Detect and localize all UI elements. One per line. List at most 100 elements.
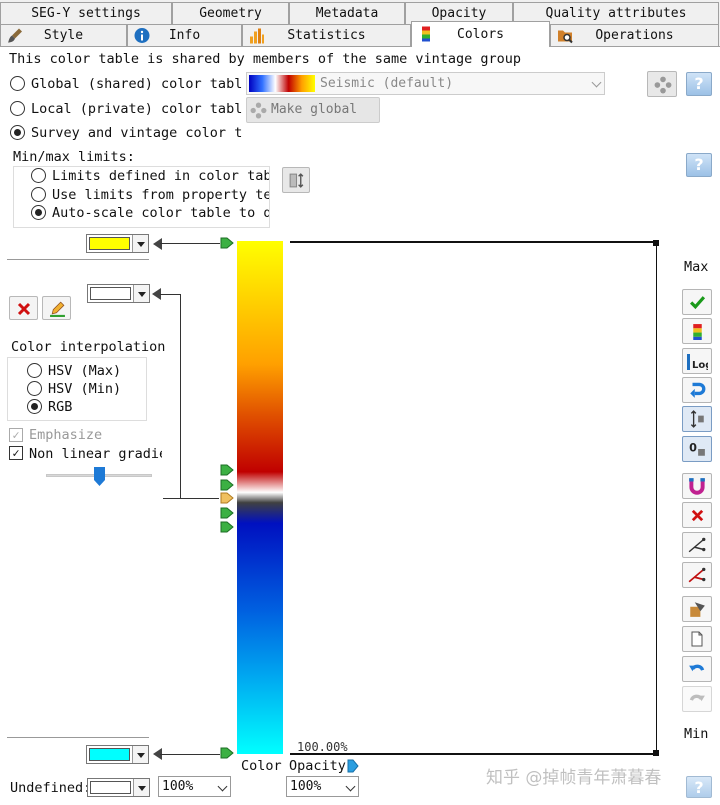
chevron-down-icon [591,77,602,88]
redo-button[interactable] [682,686,712,712]
color-marker-selected-icon[interactable] [220,492,234,504]
edit-color-button[interactable] [42,296,71,320]
tab-statistics[interactable]: Statistics [242,24,411,47]
label-survey: Survey and vintage color table [31,125,243,141]
color-marker-icon[interactable] [220,237,234,249]
mid-color-swatch[interactable] [87,284,150,303]
check-icon [689,296,705,310]
split-button[interactable] [682,532,712,558]
magnet-button[interactable] [682,473,712,499]
max-color-swatch[interactable] [86,234,149,253]
color-table-select[interactable]: Seismic (default) [246,72,605,95]
opacity-handle[interactable] [653,750,659,756]
radio-auto-scale[interactable] [31,205,46,220]
tab-geometry[interactable]: Geometry [172,2,289,25]
distribute-button[interactable] [682,406,712,432]
folder-search-icon [558,30,573,44]
slider-thumb-icon [94,467,105,486]
non-linear-checkbox[interactable]: ✓ [9,446,23,460]
radio-rgb[interactable] [27,399,42,414]
help-icon[interactable]: ? [686,153,712,177]
color-marker-icon[interactable] [220,521,234,533]
apply-button[interactable] [682,289,712,315]
radio-survey[interactable] [10,125,25,140]
shared-note: This color table is shared by members of… [9,51,522,67]
opacity-handle[interactable] [653,240,659,246]
chevron-down-icon [133,285,149,302]
color-percent-select[interactable]: 100% [158,776,231,797]
radio-global[interactable] [10,76,25,91]
new-button[interactable] [682,626,712,652]
undefined-color-swatch[interactable] [87,778,150,797]
divider [7,259,149,260]
invert-button[interactable] [682,377,712,403]
color-table-button[interactable] [682,318,712,344]
label-local: Local (private) color table [31,101,243,117]
tab-style[interactable]: Style [0,24,127,47]
undo-icon [689,664,705,672]
color-marker-icon[interactable] [220,479,234,491]
network-button[interactable] [647,71,677,97]
opacity-marker-icon[interactable] [347,759,359,773]
color-marker-icon[interactable] [220,747,234,759]
document-icon [691,631,703,647]
max-pointer-line [160,243,220,244]
tab-info[interactable]: Info [127,24,242,47]
color-label: Color [241,758,282,774]
radio-local[interactable] [10,101,25,116]
max-pointer-icon [153,238,162,250]
tab-operations[interactable]: Operations [550,24,719,47]
zero-lock-button[interactable]: 0 [682,436,712,462]
undefined-color-fill [90,781,131,794]
label-rgb: RGB [48,399,73,415]
red-x-icon [691,509,703,522]
chevron-down-icon [133,779,149,796]
brush-icon [8,28,22,43]
opacity-value: 100.00% [297,740,348,754]
chevron-down-icon [132,746,148,763]
min-color-swatch[interactable] [86,745,149,764]
min-color-fill [89,748,130,761]
radio-limits-template[interactable] [31,187,46,202]
network-icon [250,102,267,119]
redo-icon [689,694,705,702]
label-global: Global (shared) color table [31,76,243,92]
radio-hsv-min[interactable] [27,381,42,396]
max-label: Max [684,259,709,275]
min-label: Min [684,726,709,742]
max-color-fill [89,237,130,250]
tab-colors[interactable]: Colors [411,21,550,47]
help-icon[interactable]: ? [686,776,712,798]
color-bar-icon [692,324,702,340]
radio-limits-color-table[interactable] [31,168,46,183]
tab-metadata[interactable]: Metadata [289,2,405,25]
emphasize-checkbox[interactable]: ✓ [9,428,23,442]
emphasize-label: Emphasize [29,427,103,443]
chevron-down-icon [132,235,148,252]
opacity-top-line [290,241,658,243]
mid-pointer-line [163,498,219,499]
undefined-label: Undefined: [10,780,92,796]
distribute-icon [690,410,704,428]
color-marker-icon[interactable] [220,464,234,476]
color-bar[interactable] [237,241,283,754]
undo-button[interactable] [682,656,712,682]
pencil-icon [50,301,65,317]
opacity-percent-select[interactable]: 100% [286,776,359,797]
tab-segy-settings[interactable]: SEG-Y settings [0,2,172,25]
delete-button[interactable] [682,502,712,528]
make-global-button[interactable]: Make global [246,97,380,123]
color-marker-icon[interactable] [220,507,234,519]
help-icon[interactable]: ? [686,72,712,96]
log-icon: Log [687,354,712,371]
merge-icon [688,567,706,583]
save-button[interactable] [682,596,712,622]
fit-range-button[interactable] [282,167,310,193]
split-icon [688,537,706,553]
log-scale-button[interactable]: Log [682,348,712,374]
merge-button[interactable] [682,562,712,588]
gradient-slider-thumb[interactable] [93,466,106,487]
delete-color-button[interactable] [9,296,38,320]
info-icon [134,28,150,43]
radio-hsv-max[interactable] [27,363,42,378]
